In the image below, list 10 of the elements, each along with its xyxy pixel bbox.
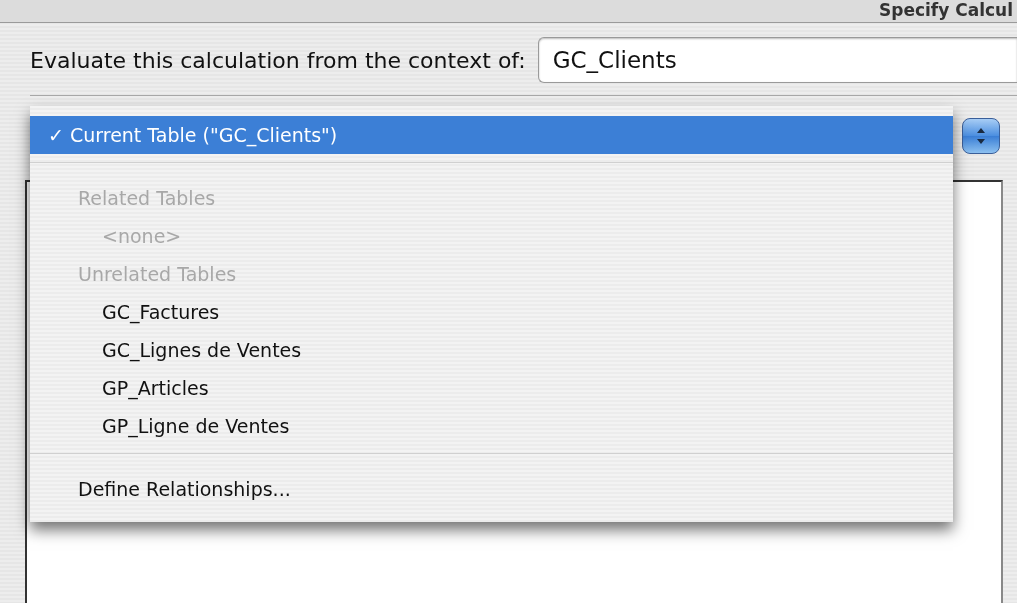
menu-item[interactable]: Define Relationships... — [30, 470, 953, 508]
updown-arrows-icon — [976, 127, 986, 145]
menu-item: <none> — [101, 224, 183, 249]
context-label: Evaluate this calculation from the context of: — [30, 47, 526, 73]
menu-section-header: Unrelated Tables — [77, 262, 238, 287]
window-title: Specify Calcul — [878, 0, 1014, 22]
context-field[interactable]: GC_Clients — [537, 37, 1017, 83]
menu-item[interactable]: ✓ Current Table ("GC_Clients") — [30, 116, 953, 154]
menu-section-header: Related Tables — [77, 186, 217, 211]
popup-button[interactable] — [962, 118, 1000, 154]
